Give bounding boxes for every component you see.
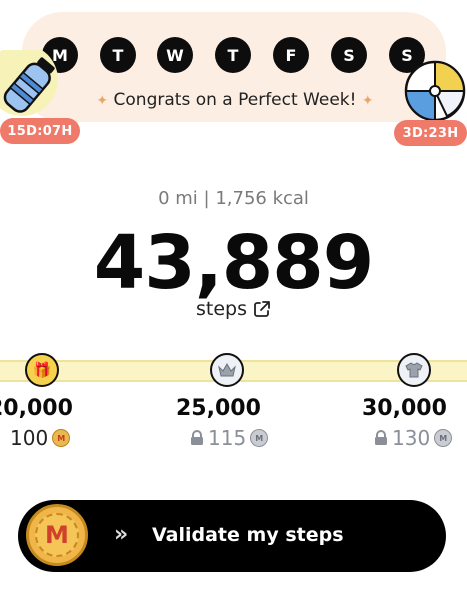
beach-ball-icon [404,60,466,122]
milestone-2-reward: 115 M [190,426,269,450]
distance-value: 0 mi [158,188,198,209]
validate-steps-button[interactable]: M » Validate my steps [18,500,446,572]
day-circle-sat: S [331,37,367,73]
crown-icon [218,363,236,377]
distance-calories-line: 0 mi | 1,756 kcal [0,188,467,209]
day-circle-wed: W [157,37,193,73]
beach-ball-reward[interactable] [402,58,467,124]
lock-icon [375,430,387,445]
m-coin-icon: M [26,504,88,566]
milestone-2-badge[interactable] [210,353,244,387]
perfect-week-message-row: ✦ Congrats on a Perfect Week! ✦ [90,90,380,110]
water-bottle-reward[interactable] [0,44,66,124]
coin-icon: M [434,429,453,447]
right-reward-timer: 3D:23H [394,120,467,146]
sparkle-icon: ✦ [361,93,374,109]
sparkle-icon: ✦ [96,93,109,109]
day-circle-fri: F [273,37,309,73]
milestone-1-reward: 100 M [10,426,71,450]
milestone-1-badge[interactable]: 🎁 [25,353,59,387]
day-circle-thu: T [215,37,251,73]
day-circle-tue: T [100,37,136,73]
left-reward-timer: 15D:07H [0,118,80,144]
milestone-3-badge[interactable] [397,353,431,387]
coin-icon: M [250,429,269,447]
validate-steps-label: Validate my steps [152,524,344,546]
double-chevron-right-icon: » [114,522,129,547]
right-timer-text: 3D:23H [402,125,459,141]
water-bottle-icon [0,44,58,116]
milestone-3-value: 30,000 [362,396,447,421]
gift-icon: 🎁 [32,360,52,379]
stats-separator: | [203,188,210,209]
calories-value: 1,756 kcal [215,188,309,209]
milestone-2-value: 25,000 [176,396,261,421]
left-timer-text: 15D:07H [7,123,73,139]
milestone-1-value: 20,000 [0,396,73,421]
steps-label: steps [196,298,247,320]
milestone-2-reward-amount: 115 [208,426,247,450]
coin-icon: M [52,429,71,447]
steps-link[interactable]: steps [0,298,467,320]
m-coin-glyph: M [35,513,79,557]
steps-count: 43,889 [93,220,375,306]
milestone-3-reward-amount: 130 [392,426,431,450]
external-link-icon [254,301,270,317]
lock-icon [191,430,203,445]
milestone-1-reward-amount: 100 [10,426,49,450]
shirt-icon [405,362,423,378]
milestone-3-reward: 130 M [374,426,453,450]
perfect-week-message: Congrats on a Perfect Week! [113,90,357,110]
